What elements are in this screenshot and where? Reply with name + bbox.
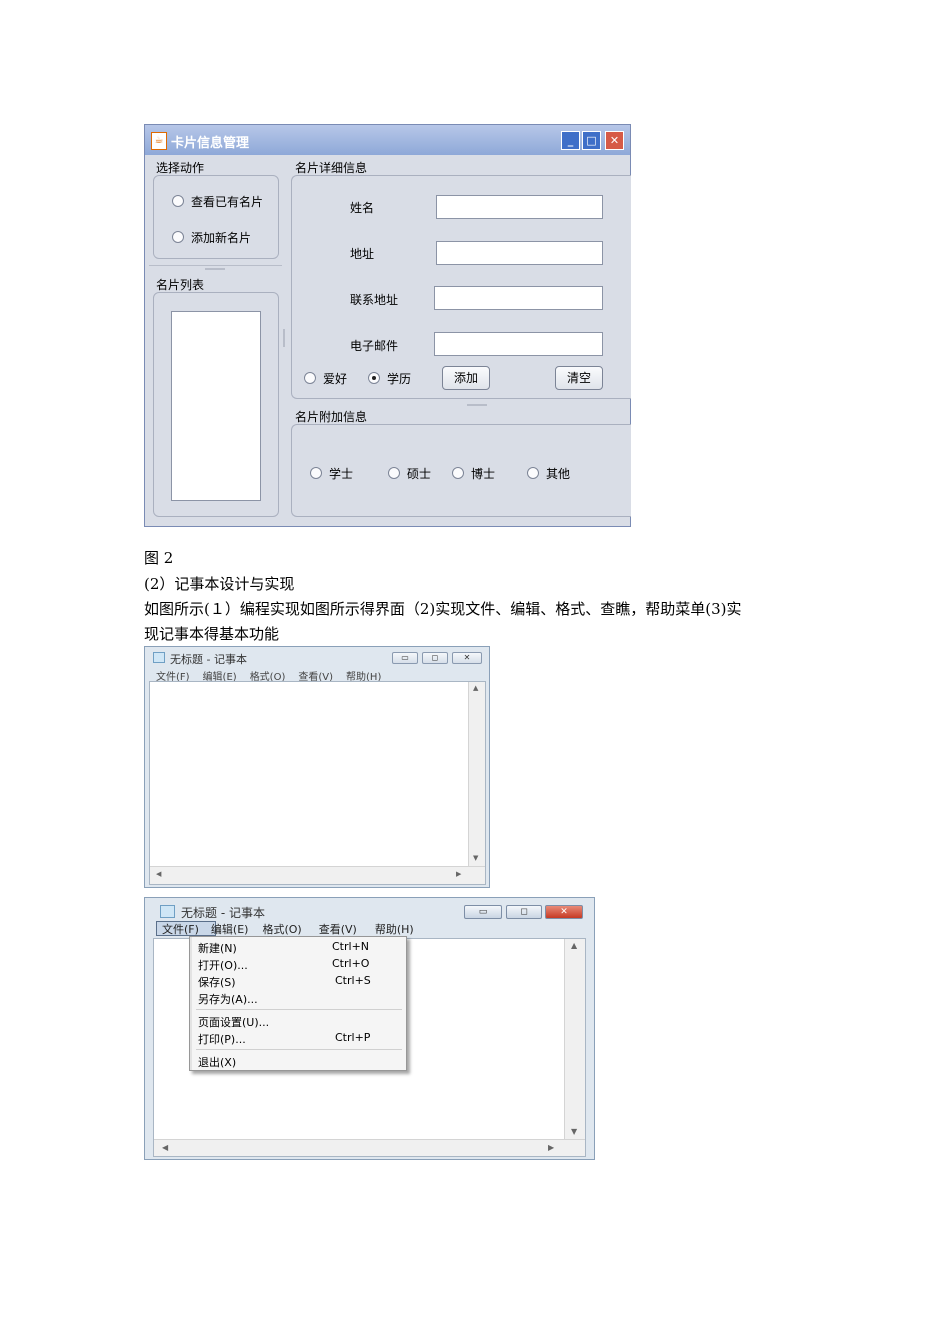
notepad-1-close-button[interactable]: ✕ — [452, 652, 482, 664]
menu-item-new-shortcut: Ctrl+N — [332, 940, 370, 953]
menu-edit[interactable]: 编辑(E) — [211, 923, 249, 936]
menu-item-save[interactable]: 保存(S) — [198, 974, 236, 990]
menu-separator — [196, 1009, 402, 1010]
menu-separator — [196, 1049, 402, 1050]
address-label: 地址 — [350, 247, 375, 261]
card-list-box[interactable] — [171, 311, 261, 501]
choose-action-group: 查看已有名片 添加新名片 — [153, 175, 279, 259]
address-input[interactable] — [436, 241, 603, 265]
notepad-1-text-area[interactable]: ▲ ▼ ◀ ▶ — [149, 681, 486, 885]
notepad-1-minimize-button[interactable]: ▭ — [392, 652, 418, 664]
menu-format[interactable]: 格式(O) — [262, 923, 301, 936]
contact-address-label: 联系地址 — [350, 293, 399, 307]
education-label: 学历 — [387, 372, 412, 386]
notepad-1-horizontal-scrollbar[interactable]: ◀ ▶ — [150, 866, 485, 884]
menu-item-open-shortcut: Ctrl+O — [332, 957, 370, 970]
notepad-app-icon — [160, 905, 175, 918]
add-card-label: 添加新名片 — [191, 231, 252, 245]
view-cards-label: 查看已有名片 — [191, 195, 264, 209]
doctor-label: 博士 — [471, 467, 496, 481]
menu-file[interactable]: 文件(F) — [162, 923, 199, 936]
doctor-radio[interactable] — [452, 467, 464, 479]
other-radio[interactable] — [527, 467, 539, 479]
paragraph-line-1: 如图所示(１）编程实现如图所示得界面（2)实现文件、编辑、格式、查瞧，帮助菜单(… — [144, 600, 742, 618]
menu-item-page-setup[interactable]: 页面设置(U)... — [198, 1014, 269, 1030]
add-card-radio[interactable] — [172, 231, 184, 243]
notepad-2-horizontal-scrollbar[interactable]: ◀ ▶ — [154, 1139, 585, 1156]
clear-button[interactable]: 清空 — [555, 366, 603, 390]
menu-item-exit[interactable]: 退出(X) — [198, 1054, 236, 1070]
card-list-group — [153, 292, 279, 517]
scroll-left-arrow-icon[interactable]: ◀ — [162, 1143, 168, 1152]
master-label: 硕士 — [407, 467, 432, 481]
menu-item-print-shortcut: Ctrl+P — [335, 1031, 371, 1044]
notepad-2-minimize-button[interactable]: ▭ — [464, 905, 502, 919]
scroll-down-arrow-icon[interactable]: ▼ — [571, 1127, 577, 1136]
email-input[interactable] — [434, 332, 603, 356]
scroll-down-arrow-icon[interactable]: ▼ — [473, 854, 478, 862]
menu-item-print[interactable]: 打印(P)... — [198, 1031, 246, 1047]
choose-action-label: 选择动作 — [156, 161, 205, 175]
add-button[interactable]: 添加 — [442, 366, 490, 390]
notepad-1-title: 无标题 - 记事本 — [170, 653, 247, 666]
notepad-2-maximize-button[interactable]: ◻ — [506, 905, 542, 919]
scroll-up-arrow-icon[interactable]: ▲ — [571, 941, 577, 950]
menu-gutter — [190, 937, 192, 1070]
right-split-handle[interactable] — [467, 404, 487, 406]
notepad-2-close-button[interactable]: ✕ — [545, 905, 583, 919]
scroll-left-arrow-icon[interactable]: ◀ — [156, 870, 161, 878]
maximize-button[interactable]: □ — [582, 131, 601, 150]
vertical-split-handle[interactable] — [283, 329, 285, 347]
notepad-1-maximize-button[interactable]: ◻ — [422, 652, 448, 664]
menu-item-new[interactable]: 新建(N) — [198, 940, 237, 956]
menu-view[interactable]: 查看(V) — [319, 923, 357, 936]
email-label: 电子邮件 — [350, 339, 399, 353]
notepad-window-1: 无标题 - 记事本 ▭ ◻ ✕ 文件(F) 编辑(E) 格式(O) 查看(V) 帮助(H… — [144, 646, 490, 888]
menu-item-save-shortcut: Ctrl+S — [335, 974, 371, 987]
card-detail-label: 名片详细信息 — [295, 161, 368, 175]
name-input[interactable] — [436, 195, 603, 219]
figure-caption: 图 2 — [144, 549, 174, 567]
section-heading: (2）记事本设计与实现 — [144, 575, 295, 593]
hobby-radio[interactable] — [304, 372, 316, 384]
view-cards-radio[interactable] — [172, 195, 184, 207]
scroll-right-arrow-icon[interactable]: ▶ — [456, 870, 461, 878]
other-label: 其他 — [546, 467, 571, 481]
master-radio[interactable] — [388, 467, 400, 479]
java-cup-icon: ☕ — [151, 132, 167, 150]
hobby-label: 爱好 — [323, 372, 348, 386]
menu-item-open[interactable]: 打开(O)... — [198, 957, 248, 973]
notepad-app-icon — [153, 652, 165, 663]
contact-address-input[interactable] — [434, 286, 603, 310]
paragraph-line-2: 现记事本得基本功能 — [144, 625, 280, 643]
card-manager-window: ☕ 卡片信息管理 _ □ ✕ 选择动作 查看已有名片 添加新名片 名片列表 名片… — [144, 124, 631, 527]
notepad-2-vertical-scrollbar[interactable]: ▲ ▼ — [564, 939, 585, 1139]
card-window-titlebar[interactable]: ☕ 卡片信息管理 _ □ ✕ — [145, 125, 630, 155]
left-split-divider[interactable] — [149, 265, 282, 266]
card-extra-group: 学士 硕士 博士 其他 — [291, 424, 631, 517]
notepad-1-vertical-scrollbar[interactable]: ▲ ▼ — [468, 682, 485, 866]
minimize-button[interactable]: _ — [561, 131, 580, 150]
close-button[interactable]: ✕ — [605, 131, 624, 150]
card-extra-label: 名片附加信息 — [295, 410, 368, 424]
education-radio[interactable] — [368, 372, 380, 384]
card-detail-group: 姓名 地址 联系地址 电子邮件 爱好 学历 添加 清空 — [291, 175, 631, 399]
card-list-label: 名片列表 — [156, 278, 205, 292]
bachelor-radio[interactable] — [310, 467, 322, 479]
left-split-handle[interactable] — [205, 268, 225, 270]
notepad-window-2: 无标题 - 记事本 ▭ ◻ ✕ 文件(F) 编辑(E) 格式(O) 查看(V) 帮助(H… — [144, 897, 595, 1160]
scroll-right-arrow-icon[interactable]: ▶ — [548, 1143, 554, 1152]
notepad-2-title: 无标题 - 记事本 — [181, 906, 265, 920]
bachelor-label: 学士 — [329, 467, 354, 481]
scroll-up-arrow-icon[interactable]: ▲ — [473, 684, 478, 692]
menu-help[interactable]: 帮助(H) — [375, 923, 414, 936]
notepad-2-menubar: 文件(F) 编辑(E) 格式(O) 查看(V) 帮助(H) — [162, 921, 427, 937]
name-label: 姓名 — [350, 201, 375, 215]
menu-item-save-as[interactable]: 另存为(A)... — [198, 991, 258, 1007]
file-menu-dropdown: 新建(N) Ctrl+N 打开(O)... Ctrl+O 保存(S) Ctrl+… — [189, 936, 407, 1071]
card-window-title: 卡片信息管理 — [171, 136, 250, 151]
